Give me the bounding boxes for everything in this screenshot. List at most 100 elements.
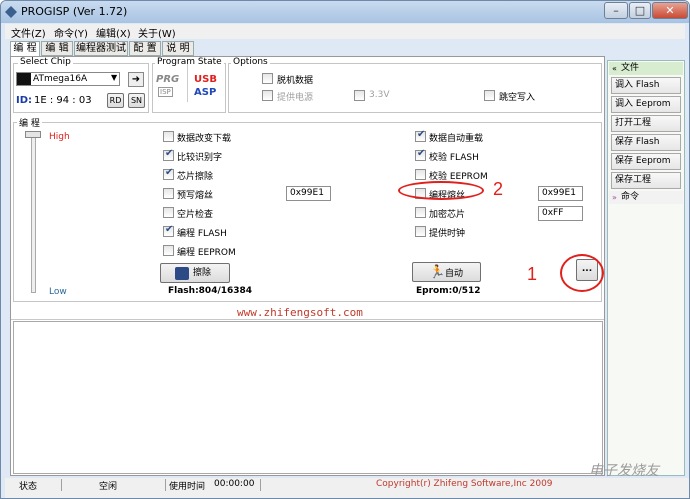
maximize-button[interactable]: □ xyxy=(629,2,651,19)
close-button[interactable]: ✕ xyxy=(652,2,688,19)
auto-reload-checkbox[interactable] xyxy=(415,129,426,142)
log-area[interactable] xyxy=(13,321,603,474)
sidebar-load-flash[interactable]: 调入 Flash xyxy=(611,77,681,94)
auto-button-label: 自动 xyxy=(445,269,464,279)
program-fuse-input[interactable]: 0x99E1 xyxy=(538,186,583,201)
speed-slider-track[interactable] xyxy=(31,131,36,293)
menu-bar: 文件(Z) 命令(Y) 编辑(X) 关于(W) xyxy=(5,24,685,40)
compare-id-label: 比较识别字 xyxy=(177,153,223,163)
tab-edit[interactable]: 编 辑 xyxy=(41,41,73,56)
menu-edit[interactable]: 编辑(X) xyxy=(96,25,131,40)
power-checkbox[interactable] xyxy=(262,90,273,101)
app-icon xyxy=(5,6,17,18)
select-chip-group: Select Chip ATmega16A ▼ ➜ ID: 1E : 94 : … xyxy=(13,57,149,113)
sidebar-file-header[interactable]: « 文件 xyxy=(609,62,683,75)
sidebar-save-eeprom[interactable]: 保存 Eeprom xyxy=(611,153,681,170)
sidebar-open-project[interactable]: 打开工程 xyxy=(611,115,681,132)
program-group-label: 编 程 xyxy=(17,116,42,129)
blank-check-label: 空片检查 xyxy=(177,210,214,220)
chevron-icon: « xyxy=(612,64,617,73)
title-bar: PROGISP (Ver 1.72) – □ ✕ xyxy=(1,1,689,23)
lock-bits-input[interactable]: 0xFF xyxy=(538,206,583,221)
options-group: Options 脱机数据 提供电源 3.3V 跳空写入 xyxy=(228,57,602,113)
sidebar-save-flash[interactable]: 保存 Flash xyxy=(611,134,681,151)
offline-label: 脱机数据 xyxy=(277,76,314,86)
tab-config[interactable]: 配 置 xyxy=(129,41,161,56)
blank-check-checkbox[interactable] xyxy=(163,207,174,218)
tab-help[interactable]: 说 明 xyxy=(162,41,194,56)
time-value: 00:00:00 xyxy=(214,479,255,489)
sidebar-save-project[interactable]: 保存工程 xyxy=(611,172,681,189)
prewrite-fuse-checkbox[interactable] xyxy=(163,188,174,199)
sidebar: « 文件 调入 Flash 调入 Eeprom 打开工程 保存 Flash 保存… xyxy=(607,60,685,476)
annotation-number-2: 2 xyxy=(493,179,504,199)
annotation-number-1: 1 xyxy=(527,264,538,284)
provide-clock-checkbox[interactable] xyxy=(415,226,426,237)
program-state-group: Program State PRG ISP USB ASP xyxy=(152,57,226,113)
v33-checkbox[interactable] xyxy=(354,90,365,101)
program-flash-label: 编程 FLASH xyxy=(177,229,227,239)
auto-button[interactable]: 🏃 自动 xyxy=(412,262,481,282)
chip-select-value: ATmega16A xyxy=(33,74,88,84)
compare-id-checkbox[interactable] xyxy=(163,148,174,161)
offline-checkbox[interactable] xyxy=(262,73,273,84)
window-title: PROGISP (Ver 1.72) xyxy=(21,5,128,18)
erase-button[interactable]: 擦除 xyxy=(160,263,230,283)
annotation-ellipse-1 xyxy=(560,254,604,292)
v33-label: 3.3V xyxy=(369,90,390,100)
speed-high-label: High xyxy=(49,132,70,142)
divider xyxy=(11,319,604,320)
lock-chip-label: 加密芯片 xyxy=(429,210,466,220)
status-label: 状态 xyxy=(19,482,38,492)
erase-icon xyxy=(175,267,189,280)
status-bar: 状态 空闲 使用时间 00:00:00 Copyright(r) Zhifeng… xyxy=(5,463,689,498)
program-flash-checkbox[interactable] xyxy=(163,224,174,237)
menu-file[interactable]: 文件(Z) xyxy=(11,25,46,40)
annotation-ellipse-2 xyxy=(398,181,484,200)
chip-erase-checkbox[interactable] xyxy=(163,167,174,180)
website-link[interactable]: www.zhifengsoft.com xyxy=(237,306,363,319)
state-divider xyxy=(187,64,188,102)
minimize-button[interactable]: – xyxy=(604,2,628,19)
chip-id-value: 1E : 94 : 03 xyxy=(34,95,92,106)
chevron-down-icon: ▼ xyxy=(111,73,118,82)
arrow-right-button[interactable]: ➜ xyxy=(128,72,144,87)
sidebar-load-eeprom[interactable]: 调入 Eeprom xyxy=(611,96,681,113)
program-eeprom-checkbox[interactable] xyxy=(163,245,174,256)
eprom-info: Eprom:0/512 xyxy=(416,286,481,296)
jump-label: 跳空写入 xyxy=(499,93,536,103)
isp-text: ISP xyxy=(158,87,173,97)
chip-erase-label: 芯片擦除 xyxy=(177,172,214,182)
menu-about[interactable]: 关于(W) xyxy=(138,25,176,40)
status-value: 空闲 xyxy=(99,482,118,492)
verify-eeprom-checkbox[interactable] xyxy=(415,169,426,180)
time-label: 使用时间 xyxy=(169,482,206,492)
prg-text: PRG xyxy=(156,74,180,85)
verify-flash-label: 校验 FLASH xyxy=(429,153,479,163)
jump-checkbox[interactable] xyxy=(484,90,495,101)
chevron-icon: » xyxy=(612,193,617,202)
tab-program[interactable]: 编 程 xyxy=(10,41,40,57)
sn-button[interactable]: SN xyxy=(128,93,145,108)
provide-clock-label: 提供时钟 xyxy=(429,229,466,239)
program-state-label: Program State xyxy=(155,57,224,67)
speed-slider-thumb[interactable] xyxy=(25,131,41,138)
asp-text: ASP xyxy=(194,87,217,98)
verify-flash-checkbox[interactable] xyxy=(415,148,426,161)
rd-button[interactable]: RD xyxy=(107,93,124,108)
data-change-download-label: 数据改变下载 xyxy=(177,134,232,144)
speed-low-label: Low xyxy=(49,287,67,297)
watermark-logo: 电子发烧友 xyxy=(589,463,659,479)
menu-command[interactable]: 命令(Y) xyxy=(54,25,88,40)
lock-chip-checkbox[interactable] xyxy=(415,207,426,218)
data-change-download-checkbox[interactable] xyxy=(163,131,174,142)
runner-icon: 🏃 xyxy=(429,265,446,280)
program-eeprom-label: 编程 EEPROM xyxy=(177,248,236,258)
select-chip-label: Select Chip xyxy=(18,57,73,67)
power-label: 提供电源 xyxy=(277,93,314,103)
auto-reload-label: 数据自动重载 xyxy=(429,134,484,144)
prewrite-fuse-input[interactable]: 0x99E1 xyxy=(286,186,331,201)
sidebar-command-header[interactable]: » 命令 xyxy=(609,191,683,204)
chip-select[interactable]: ATmega16A ▼ xyxy=(16,72,120,86)
tab-programmer-test[interactable]: 编程器测试 xyxy=(74,41,128,56)
